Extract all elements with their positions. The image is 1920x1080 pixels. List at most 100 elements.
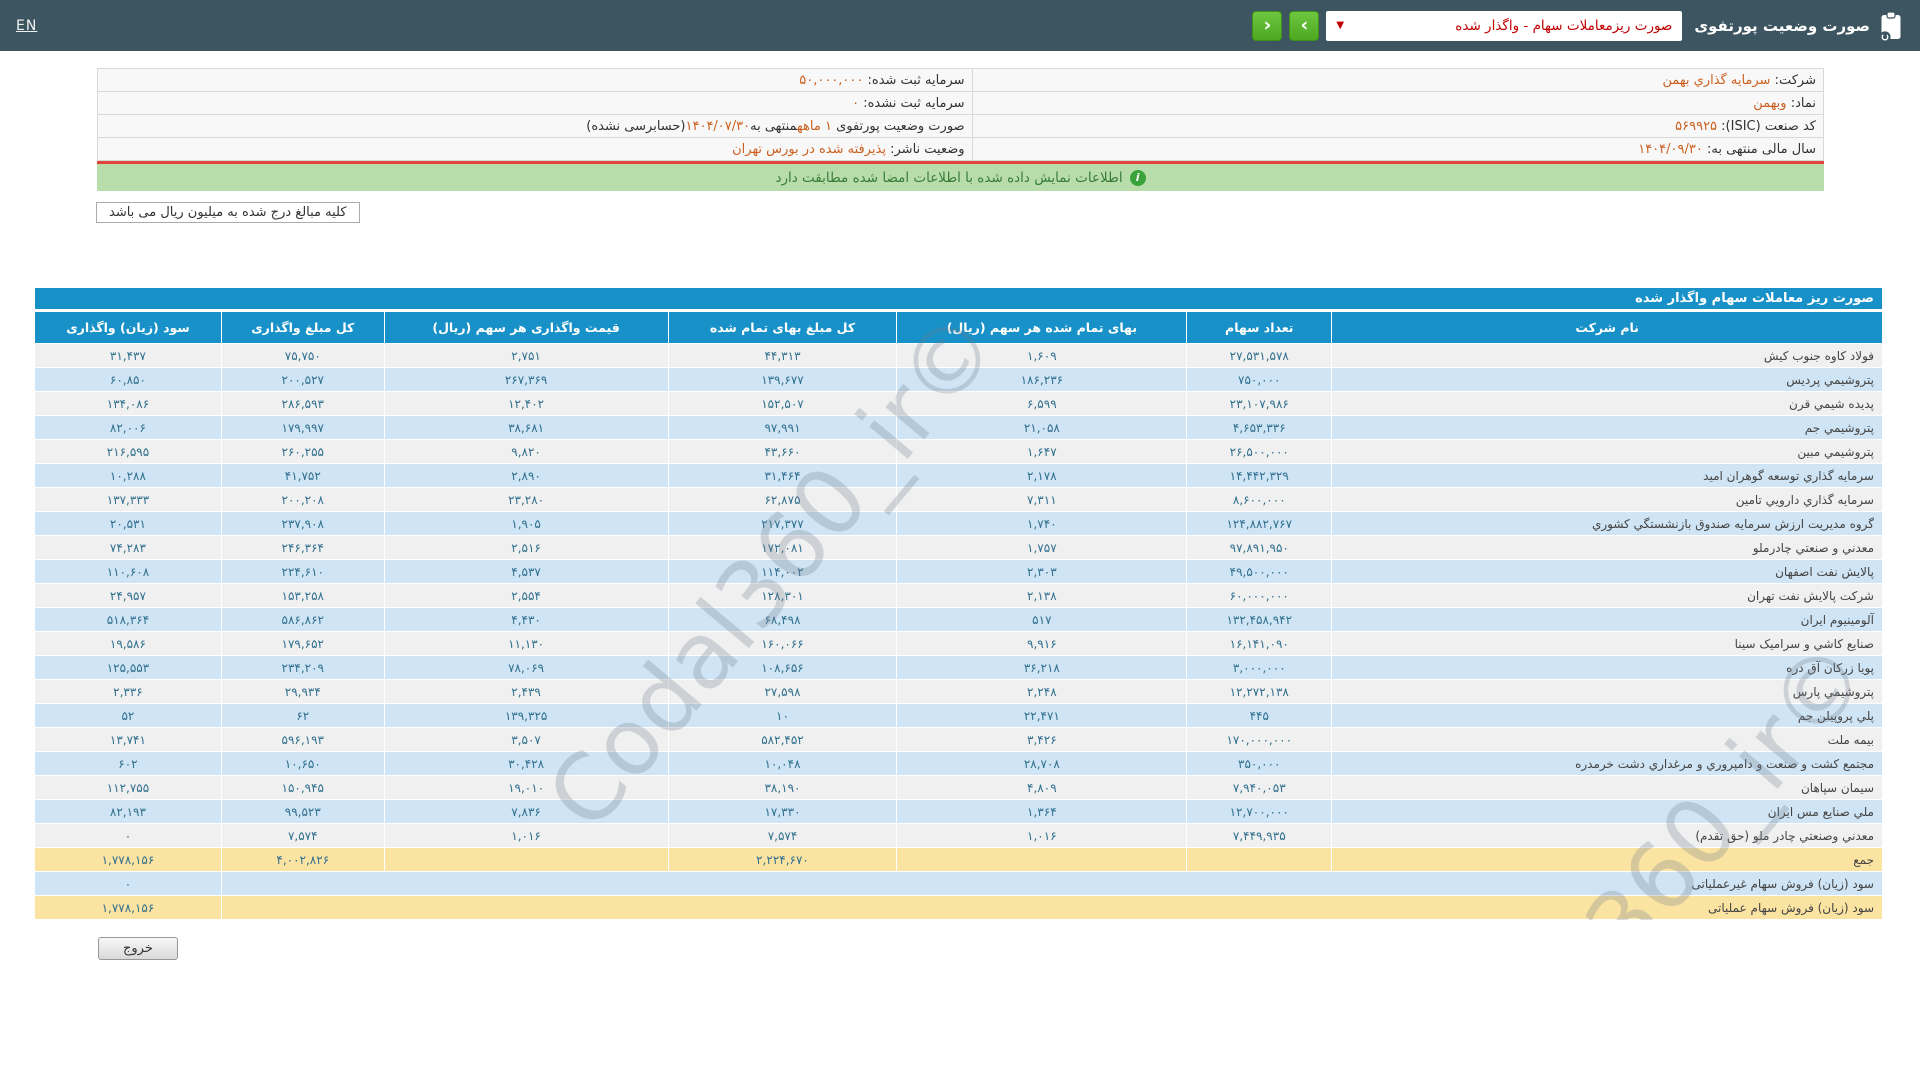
cell-total-cost: ۱۷,۳۳۰ [667,799,898,824]
cell-unit-cost: ۴,۸۰۹ [896,775,1188,800]
cell-unit-sale: ۲,۴۳۹ [383,679,669,704]
previous-report-button[interactable]: ‹ [1252,10,1283,41]
chevron-left-icon: ‹ [1263,13,1272,36]
language-link-en[interactable]: EN [16,18,37,34]
currency-note-wrap: کلیه مبالغ درج شده به میلیون ریال می باش… [0,201,1920,223]
cell-total-cost: ۴۴,۳۱۳ [667,343,898,368]
cell-name: سیمان سپاهان [1331,775,1883,800]
cell-profit: ۰ [34,823,222,848]
cell-unit-sale: ۲,۷۵۱ [383,343,669,368]
cell-profit: ۱۲۵,۵۵۳ [34,655,222,680]
cell-unit-cost: ۷,۳۱۱ [896,487,1188,512]
table-row: پتروشیمي پارس ۱۲,۲۷۲,۱۳۸ ۲,۲۴۸ ۲۷,۵۹۸ ۲,۴۳۹ ۲… [34,679,1883,704]
page-title: صورت وضعیت پورتفوی [1694,16,1870,35]
cell-unit-cost: ۱,۷۵۷ [896,535,1188,560]
info-value: سرمايه گذاري بهمن [1662,72,1771,88]
cell-total-sale: ۴۱,۷۵۲ [220,463,385,488]
cell-name: سرمايه گذاري توسعه گوهران امید [1331,463,1883,488]
cell-unit-cost: ۱,۶۴۷ [896,439,1188,464]
cell-unit-cost [896,847,1188,872]
cell-unit-cost: ۱,۶۰۹ [896,343,1188,368]
info-value: ۱۴۰۴/۰۹/۳۰ [1638,141,1703,157]
table-row: معدني وصنعتي چادر ملو (حق تقدم) ۷,۴۴۹,۹۳۵… [34,823,1883,848]
cell-shares: ۴۹,۵۰۰,۰۰۰ [1186,559,1333,584]
report-type-dropdown[interactable]: صورت ریزمعاملات سهام - واگذار شده ▼ [1326,10,1683,41]
cell-total-sale: ۱۵۳,۲۵۸ [220,583,385,608]
info-value: ۱۴۰۴/۰۷/۳۰ [685,118,751,134]
top-bar: صورت وضعیت پورتفوی صورت ریزمعاملات سهام … [0,0,1920,51]
cell-total-cost: ۱۵۲,۵۰۷ [667,391,898,416]
table-title: صورت ریز معاملات سهام واگذار شده [34,287,1883,312]
report-type-value: صورت ریزمعاملات سهام - واگذار شده [1455,17,1673,34]
cell-total-sale: ۶۲ [220,703,385,728]
cell-profit: ۷۴,۲۸۳ [34,535,222,560]
cell-total-cost: ۱۰,۰۴۸ [667,751,898,776]
info-value: ۵۰,۰۰۰,۰۰۰ [799,72,864,88]
exit-button[interactable]: خروج [98,937,178,960]
cell-total-cost: ۳۸,۱۹۰ [667,775,898,800]
table-title-row: صورت ریز معاملات سهام واگذار شده [34,287,1883,312]
cell-total-sale: ۲۲۴,۶۱۰ [220,559,385,584]
cell-unit-sale: ۳۸,۶۸۱ [383,415,669,440]
column-header: قیمت واگذاری هر سهم (ریال) [383,310,669,344]
cell-unit-sale: ۱۲,۴۰۲ [383,391,669,416]
cell-unit-sale [383,847,669,872]
cell-unit-cost: ۲۲,۴۷۱ [896,703,1188,728]
report-controls: صورت وضعیت پورتفوی صورت ریزمعاملات سهام … [1252,10,1904,41]
info-row: سال مالی منتهی به: ۱۴۰۴/۰۹/۳۰ وضعیت ناشر:… [97,137,1825,161]
cell-total-sale: ۲۳۷,۹۰۸ [220,511,385,536]
cell-total-sale: ۹۹,۵۲۳ [220,799,385,824]
cell-name: فولاد کاوه جنوب کیش [1331,343,1883,368]
cell-unit-cost: ۳۶,۲۱۸ [896,655,1188,680]
info-cell-right: کد صنعت (ISIC): ۵۶۹۹۲۵ [971,114,1825,138]
cell-unit-sale: ۱۹,۰۱۰ [383,775,669,800]
cell-profit: ۰ [34,871,222,896]
cell-profit: ۱۹,۵۸۶ [34,631,222,656]
column-header: بهای تمام شده هر سهم (ریال) [896,310,1188,344]
footer-label: سود (زیان) فروش سهام غیرعملیاتی [220,871,1883,896]
portfolio-clipboard-icon [1878,10,1904,41]
info-value: وبهمن [1753,95,1787,111]
cell-profit: ۶۰۲ [34,751,222,776]
cell-unit-sale: ۲۳,۲۸۰ [383,487,669,512]
column-header: کل مبلغ واگذاری [220,310,385,344]
cell-name: پتروشیمي پارس [1331,679,1883,704]
cell-profit: ۱۱۲,۷۵۵ [34,775,222,800]
info-icon: i [1129,169,1146,186]
cell-profit: ۸۲,۱۹۳ [34,799,222,824]
table-row: پتروشیمي جم ۴,۶۵۳,۳۳۶ ۲۱,۰۵۸ ۹۷,۹۹۱ ۳۸,۶۸۱ ۱۷… [34,415,1883,440]
cell-total-cost: ۱۳۹,۶۷۷ [667,367,898,392]
cell-profit: ۱,۷۷۸,۱۵۶ [34,895,222,920]
info-label: شرکت: [1770,72,1816,88]
info-label: صورت وضعیت پورتفوی [831,118,965,134]
cell-shares: ۹۷,۸۹۱,۹۵۰ [1186,535,1333,560]
next-report-button[interactable]: › [1289,10,1320,41]
info-row: کد صنعت (ISIC): ۵۶۹۹۲۵ صورت وضعیت پورتفوی… [97,114,1825,138]
cell-shares: ۴۴۵ [1186,703,1333,728]
cell-total-cost: ۵۸۲,۴۵۲ [667,727,898,752]
cell-name: شرکت پالايش نفت تهران [1331,583,1883,608]
cell-total-cost: ۱۶۰,۰۶۶ [667,631,898,656]
cell-profit: ۶۰,۸۵۰ [34,367,222,392]
cell-unit-cost: ۱,۰۱۶ [896,823,1188,848]
cell-name: پلي پروپیلن جم [1331,703,1883,728]
cell-unit-sale: ۴,۵۳۷ [383,559,669,584]
table-row: جمع ۲,۲۲۴,۶۷۰ ۴,۰۰۲,۸۲۶ ۱,۷۷۸,۱۵۶ [34,847,1883,872]
table-row: سرمايه گذاري توسعه گوهران امید ۱۴,۴۴۲,۳۲۹… [34,463,1883,488]
cell-profit: ۲,۳۳۶ [34,679,222,704]
cell-shares: ۱۴,۴۴۲,۳۲۹ [1186,463,1333,488]
cell-shares: ۲۶,۵۰۰,۰۰۰ [1186,439,1333,464]
cell-profit: ۵۱۸,۳۶۴ [34,607,222,632]
cell-name: پتروشیمي پرديس [1331,367,1883,392]
info-label: نماد: [1786,95,1816,111]
signature-match-text: اطلاعات نمایش داده شده با اطلاعات امضا ش… [775,169,1123,186]
currency-note: کلیه مبالغ درج شده به میلیون ریال می باش… [96,202,360,223]
table-row: سیمان سپاهان ۷,۹۴۰,۰۵۳ ۴,۸۰۹ ۳۸,۱۹۰ ۱۹,۰۱۰ ۱۵… [34,775,1883,800]
cell-total-sale: ۵۹۶,۱۹۳ [220,727,385,752]
cell-shares: ۶۰,۰۰۰,۰۰۰ [1186,583,1333,608]
cell-profit: ۱۱۰,۶۰۸ [34,559,222,584]
cell-total-sale: ۷۵,۷۵۰ [220,343,385,368]
column-header: نام شرکت [1331,310,1883,344]
cell-profit: ۵۲ [34,703,222,728]
cell-unit-sale: ۲,۵۱۶ [383,535,669,560]
